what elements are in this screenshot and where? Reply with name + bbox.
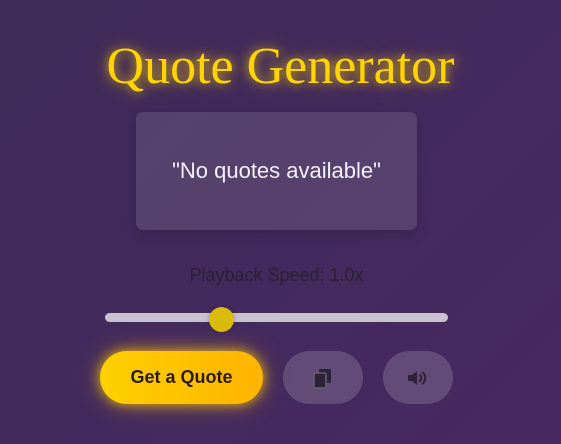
- speaker-icon: [407, 369, 429, 387]
- copy-icon: [313, 367, 333, 389]
- playback-speed-slider-thumb[interactable]: [209, 307, 235, 332]
- get-quote-button-label: Get a Quote: [130, 367, 233, 387]
- page-title: Quote Generator: [106, 38, 455, 95]
- quote-card: "No quotes available": [136, 112, 417, 230]
- copy-quote-button[interactable]: [283, 351, 363, 404]
- playback-speed-slider-track[interactable]: [105, 313, 448, 322]
- playback-speed-label: Playback Speed: 1.0x: [189, 265, 364, 285]
- speak-quote-button[interactable]: [383, 351, 453, 404]
- quote-text: "No quotes available": [172, 158, 381, 183]
- get-quote-button[interactable]: Get a Quote: [100, 351, 263, 404]
